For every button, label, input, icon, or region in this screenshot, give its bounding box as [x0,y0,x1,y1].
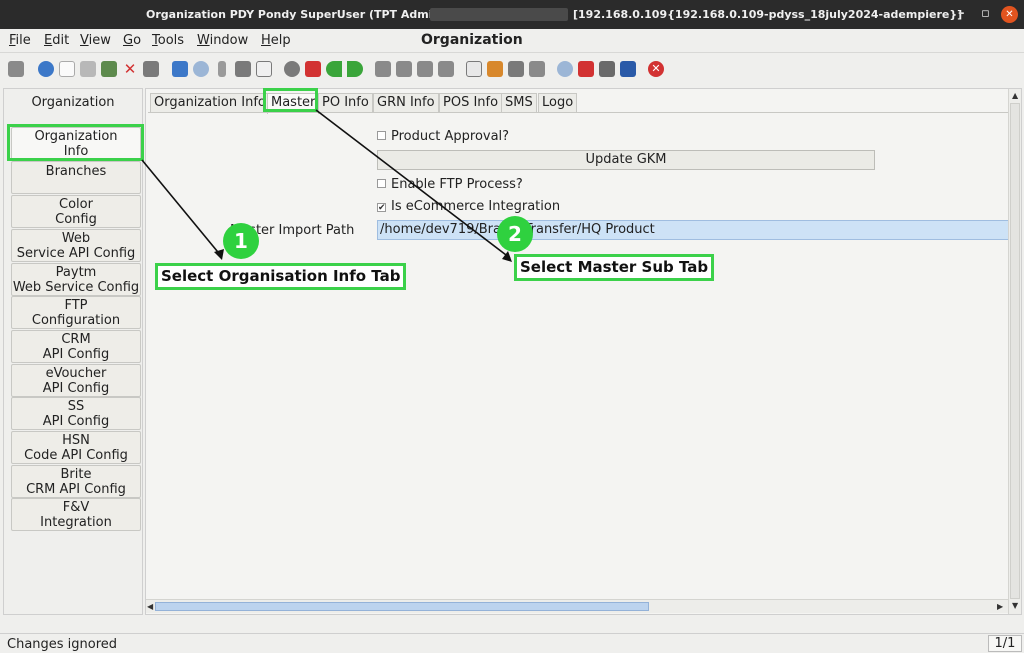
tab-hsn-code-api-config[interactable]: HSN Code API Config [11,431,141,464]
enable-ftp-field[interactable]: Enable FTP Process? [377,177,523,192]
status-message: Changes ignored [7,637,118,652]
tab-color-config[interactable]: Color Config [11,195,141,228]
attachment-icon[interactable] [218,61,226,77]
window-title-left: Organization PDY Pondy SuperUser (TPT Ad… [146,8,461,21]
subtab-logo[interactable]: Logo [538,93,578,113]
highlight-master-tab [263,88,318,112]
product-approval-field[interactable]: Product Approval? [377,129,509,144]
step-2-badge: 2 [497,216,533,252]
save-icon[interactable] [101,61,117,77]
menu-help[interactable]: Help [261,33,291,48]
grid-toggle-icon[interactable] [143,61,159,77]
highlight-organization-info [7,124,144,161]
scroll-up-icon[interactable]: ▲ [1012,91,1018,100]
close-window-icon[interactable]: ✕ [648,61,664,77]
enable-ftp-label: Enable FTP Process? [391,177,523,192]
chat-icon[interactable] [235,61,251,77]
tab-ss-api-config[interactable]: SS API Config [11,397,141,430]
step-1-badge: 1 [223,223,259,259]
tab-branches[interactable]: Branches [11,161,141,194]
left-panel-header[interactable]: Organization [4,89,142,117]
tab-ftp-configuration[interactable]: FTP Configuration [11,296,141,329]
close-window-button[interactable]: ✕ [1001,6,1018,23]
status-bar: Changes ignored 1/1 [0,633,1024,653]
print-preview-icon[interactable] [466,61,482,77]
subtab-po-info[interactable]: PO Info [318,93,373,113]
forward-icon[interactable] [347,61,363,77]
main-panel: Organization Info Master PO Info GRN Inf… [145,88,1022,615]
ecommerce-field[interactable]: ✔ Is eCommerce Integration [377,199,560,214]
print-batch-icon[interactable] [529,61,545,77]
update-gkm-button[interactable]: Update GKM [377,150,875,170]
subtab-pos-info[interactable]: POS Info [439,93,503,113]
ecommerce-checkbox[interactable]: ✔ [377,203,386,213]
subtab-sms[interactable]: SMS [501,93,537,113]
undo-icon[interactable] [8,61,24,77]
ecommerce-label: Is eCommerce Integration [391,199,561,214]
redacted-host [430,8,568,21]
last-record-icon[interactable] [438,61,454,77]
menu-window[interactable]: Window [197,33,248,48]
tab-evoucher-api-config[interactable]: eVoucher API Config [11,364,141,397]
menu-bar: File Edit View Go Tools Window Help Orga… [0,29,1024,53]
history-icon[interactable] [256,61,272,77]
minimize-button[interactable]: – [958,6,965,21]
step-2-callout: Select Master Sub Tab [514,254,715,281]
home-icon[interactable] [305,61,321,77]
database-icon[interactable] [620,61,636,77]
scroll-left-icon[interactable]: ◀ [147,602,153,611]
step-1-callout: Select Organisation Info Tab [155,263,407,290]
scroll-down-icon[interactable]: ▼ [1012,601,1018,610]
new-icon[interactable] [59,61,75,77]
help-icon[interactable] [38,61,54,77]
subtab-grn-info[interactable]: GRN Info [373,93,439,113]
next-record-icon[interactable] [417,61,433,77]
menu-tools[interactable]: Tools [152,33,184,48]
scroll-right-icon[interactable]: ▶ [997,602,1003,611]
previous-record-icon[interactable] [396,61,412,77]
window-title-right: [192.168.0.109{192.168.0.109-pdyss_18jul… [573,8,963,21]
archive-icon[interactable] [487,61,503,77]
product-approval-label: Product Approval? [391,129,510,144]
find-icon[interactable] [193,61,209,77]
tab-brite-crm-api-config[interactable]: Brite CRM API Config [11,465,141,498]
tab-paytm-web-service-config[interactable]: Paytm Web Service Config [11,263,141,296]
print-icon[interactable] [508,61,524,77]
tab-crm-api-config[interactable]: CRM API Config [11,330,141,363]
vertical-scroll-thumb[interactable] [1010,103,1020,599]
menu-go[interactable]: Go [123,33,141,48]
maximize-button[interactable]: ▫ [981,6,990,21]
tab-web-service-api-config[interactable]: Web Service API Config [11,229,141,262]
back-icon[interactable] [326,61,342,77]
menu-edit[interactable]: Edit [44,33,69,48]
report-icon[interactable] [284,61,300,77]
left-tab-panel: Organization Organization Info Branches … [3,88,143,615]
product-approval-checkbox[interactable] [377,131,386,140]
window-heading: Organization [421,32,523,48]
delete-icon[interactable]: ✕ [122,61,138,77]
copy-icon[interactable] [80,61,96,77]
workflow-icon[interactable] [578,61,594,77]
menu-file[interactable]: File [9,33,31,48]
horizontal-scrollbar[interactable]: ◀ ▶ [146,599,1008,613]
menu-view[interactable]: View [80,33,111,48]
record-indicator[interactable]: 1/1 [988,635,1022,652]
title-bar: Organization PDY Pondy SuperUser (TPT Ad… [0,0,1024,29]
refresh-icon[interactable] [172,61,188,77]
horizontal-scroll-thumb[interactable] [155,602,649,611]
vertical-scrollbar[interactable]: ▲ ▼ [1008,89,1021,614]
product-info-icon[interactable] [599,61,615,77]
toolbar: ✕ ✕ [0,53,1024,86]
first-record-icon[interactable] [375,61,391,77]
master-import-path-input[interactable]: /home/dev719/BranchTransfer/HQ Product [377,220,1010,240]
enable-ftp-checkbox[interactable] [377,179,386,188]
tab-fv-integration[interactable]: F&V Integration [11,498,141,531]
zoom-across-icon[interactable] [557,61,573,77]
subtab-organization-info[interactable]: Organization Info [150,93,270,113]
tab-divider [148,112,1010,113]
